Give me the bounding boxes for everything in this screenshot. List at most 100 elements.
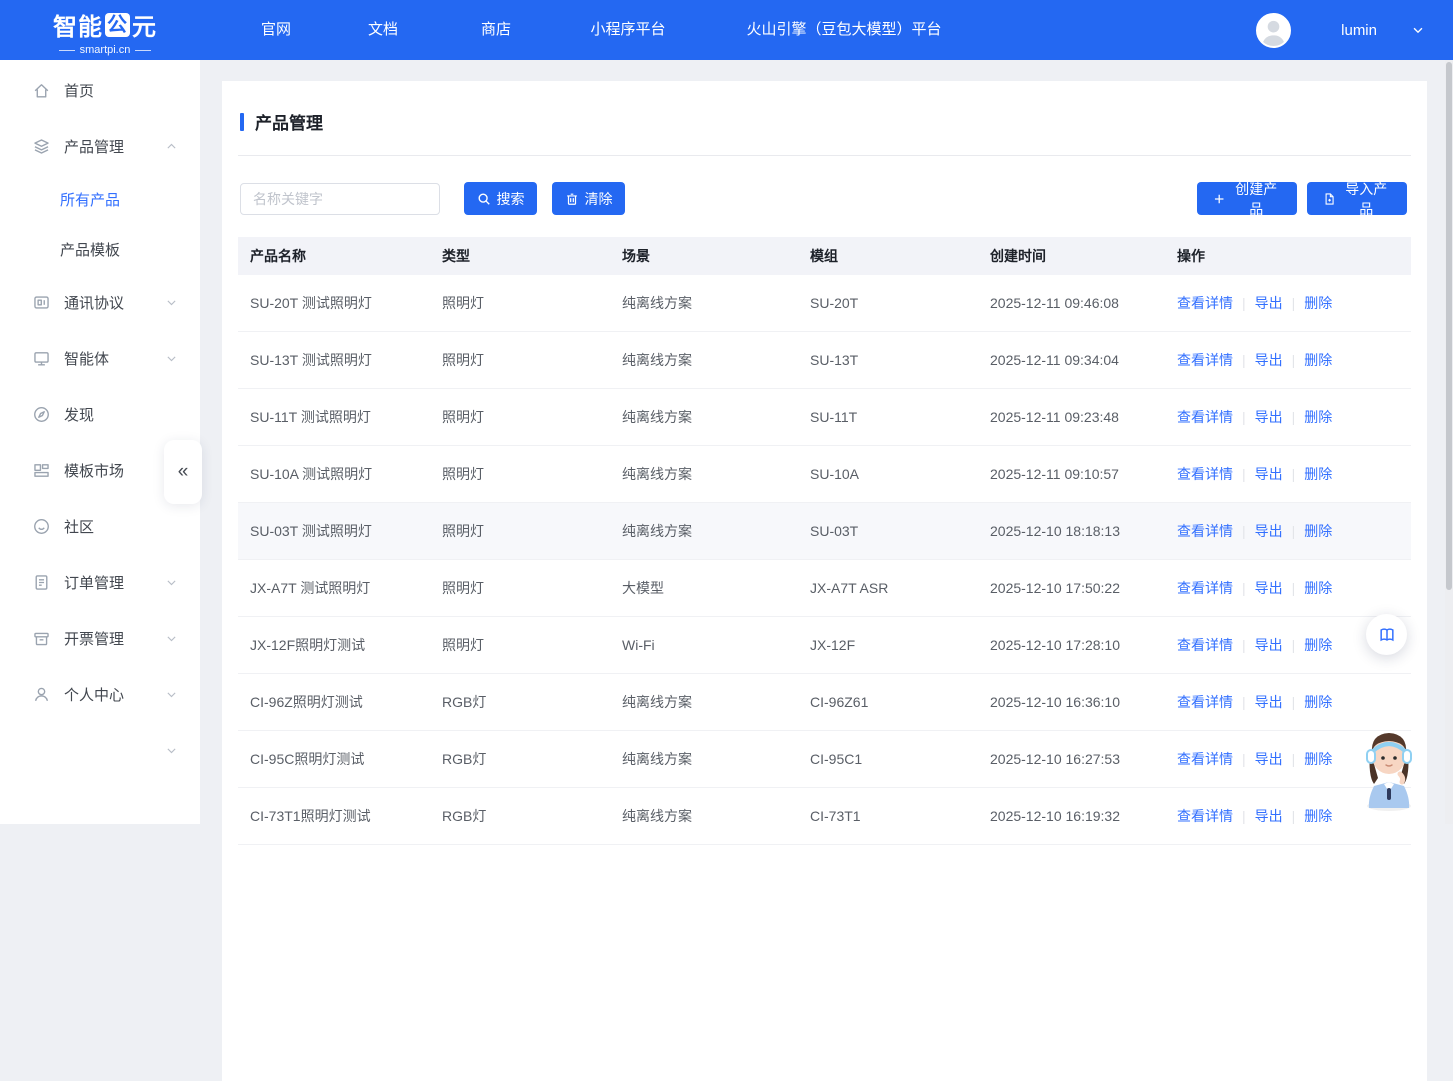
column-header-模组: 模组 — [798, 246, 978, 266]
sidebar-item-label: 智能体 — [64, 348, 165, 369]
nav-item-4[interactable]: 小程序平台 — [590, 0, 665, 60]
cell-actions: 查看详情|导出|删除 — [1165, 350, 1411, 370]
cell-type: RGB灯 — [430, 749, 610, 769]
import-button-label: 导入产品 — [1341, 179, 1391, 219]
search-input[interactable] — [240, 183, 440, 215]
cell-scene: 大模型 — [610, 578, 798, 598]
sidebar-item-home[interactable]: 首页 — [0, 62, 200, 118]
sidebar-item-label: 发现 — [64, 404, 178, 425]
chevron-up-icon — [165, 140, 178, 153]
cell-name: SU-13T 测试照明灯 — [238, 350, 430, 370]
action-link-查看详情[interactable]: 查看详情 — [1177, 580, 1233, 596]
sidebar-item-label: 产品管理 — [64, 136, 165, 157]
sidebar-collapse-button[interactable]: « — [164, 440, 202, 504]
document-icon — [32, 573, 51, 592]
sidebar-item-community[interactable]: 社区 — [0, 498, 200, 554]
table-row: JX-A7T 测试照明灯照明灯大模型JX-A7T ASR2025-12-10 1… — [238, 560, 1411, 617]
action-link-查看详情[interactable]: 查看详情 — [1177, 352, 1233, 368]
cell-created: 2025-12-10 16:19:32 — [978, 808, 1165, 824]
search-button[interactable]: 搜索 — [464, 182, 537, 215]
sidebar-item-invoicing[interactable]: 开票管理 — [0, 610, 200, 666]
action-link-导出[interactable]: 导出 — [1255, 352, 1283, 368]
action-link-查看详情[interactable]: 查看详情 — [1177, 409, 1233, 425]
nav-item-3[interactable]: 商店 — [481, 0, 511, 60]
brand-logo-text: 智能公元 — [40, 7, 170, 42]
action-link-删除[interactable]: 删除 — [1304, 466, 1332, 482]
action-link-导出[interactable]: 导出 — [1255, 523, 1283, 539]
cell-type: 照明灯 — [430, 464, 610, 484]
layers-icon — [32, 137, 51, 156]
action-link-导出[interactable]: 导出 — [1255, 808, 1283, 824]
action-separator: | — [1292, 523, 1296, 539]
sidebar-subitem-所有产品[interactable]: 所有产品 — [0, 174, 200, 224]
chevron-down-icon — [165, 632, 178, 645]
create-product-button[interactable]: 创建产品 — [1197, 182, 1297, 215]
action-link-导出[interactable]: 导出 — [1255, 637, 1283, 653]
sidebar-item-profile[interactable]: 个人中心 — [0, 666, 200, 722]
customer-service-mascot[interactable] — [1356, 726, 1422, 812]
action-link-导出[interactable]: 导出 — [1255, 466, 1283, 482]
sidebar-item-agent[interactable]: 智能体 — [0, 330, 200, 386]
username-label[interactable]: lumin — [1341, 22, 1377, 39]
sidebar-item-product-management[interactable]: 产品管理 — [0, 118, 200, 174]
chevron-down-icon — [165, 744, 178, 757]
cell-created: 2025-12-11 09:46:08 — [978, 295, 1165, 311]
chevron-down-icon — [165, 352, 178, 365]
action-link-查看详情[interactable]: 查看详情 — [1177, 808, 1233, 824]
import-product-button[interactable]: 导入产品 — [1307, 182, 1407, 215]
title-accent-bar — [240, 113, 244, 131]
table-row: SU-03T 测试照明灯照明灯纯离线方案SU-03T2025-12-10 18:… — [238, 503, 1411, 560]
cell-created: 2025-12-10 16:36:10 — [978, 694, 1165, 710]
person-icon — [1258, 15, 1289, 46]
chevron-down-icon[interactable] — [1411, 23, 1425, 37]
nav-item-1[interactable]: 官网 — [261, 0, 291, 60]
action-link-删除[interactable]: 删除 — [1304, 694, 1332, 710]
compass-icon — [32, 405, 51, 424]
monitor-icon — [32, 349, 51, 368]
brand-logo[interactable]: 智能公元 smartpi.cn — [40, 7, 170, 56]
cell-name: SU-03T 测试照明灯 — [238, 521, 430, 541]
cell-name: JX-A7T 测试照明灯 — [238, 578, 430, 598]
action-link-删除[interactable]: 删除 — [1304, 409, 1332, 425]
action-link-查看详情[interactable]: 查看详情 — [1177, 637, 1233, 653]
table-row: SU-11T 测试照明灯照明灯纯离线方案SU-11T2025-12-11 09:… — [238, 389, 1411, 446]
action-link-查看详情[interactable]: 查看详情 — [1177, 466, 1233, 482]
action-link-删除[interactable]: 删除 — [1304, 523, 1332, 539]
action-link-删除[interactable]: 删除 — [1304, 352, 1332, 368]
sidebar-item-orders[interactable]: 订单管理 — [0, 554, 200, 610]
action-link-删除[interactable]: 删除 — [1304, 295, 1332, 311]
user-avatar-icon[interactable] — [1256, 13, 1291, 48]
table-row: SU-13T 测试照明灯照明灯纯离线方案SU-13T2025-12-11 09:… — [238, 332, 1411, 389]
action-link-删除[interactable]: 删除 — [1304, 637, 1332, 653]
action-link-删除[interactable]: 删除 — [1304, 751, 1332, 767]
action-link-查看详情[interactable]: 查看详情 — [1177, 694, 1233, 710]
cell-scene: 纯离线方案 — [610, 749, 798, 769]
table-body: SU-20T 测试照明灯照明灯纯离线方案SU-20T2025-12-11 09:… — [238, 275, 1411, 845]
action-link-导出[interactable]: 导出 — [1255, 580, 1283, 596]
clear-button[interactable]: 清除 — [552, 182, 625, 215]
table-row: SU-20T 测试照明灯照明灯纯离线方案SU-20T2025-12-11 09:… — [238, 275, 1411, 332]
action-link-查看详情[interactable]: 查看详情 — [1177, 295, 1233, 311]
docs-floating-button[interactable] — [1366, 614, 1407, 655]
action-link-导出[interactable]: 导出 — [1255, 694, 1283, 710]
sidebar-subitem-产品模板[interactable]: 产品模板 — [0, 224, 200, 274]
column-header-操作: 操作 — [1165, 246, 1411, 266]
sidebar-item-extra[interactable] — [0, 722, 200, 778]
cell-type: 照明灯 — [430, 407, 610, 427]
product-table: 产品名称类型场景模组创建时间操作 SU-20T 测试照明灯照明灯纯离线方案SU-… — [238, 237, 1411, 845]
action-link-导出[interactable]: 导出 — [1255, 295, 1283, 311]
action-link-导出[interactable]: 导出 — [1255, 409, 1283, 425]
action-link-删除[interactable]: 删除 — [1304, 808, 1332, 824]
nav-item-5[interactable]: 火山引擎（豆包大模型）平台 — [746, 0, 941, 60]
window-scrollbar-thumb[interactable] — [1446, 62, 1452, 590]
sidebar-item-protocol[interactable]: 通讯协议 — [0, 274, 200, 330]
action-link-查看详情[interactable]: 查看详情 — [1177, 523, 1233, 539]
clear-button-label: 清除 — [585, 189, 613, 209]
sidebar-item-discover[interactable]: 发现 — [0, 386, 200, 442]
action-link-导出[interactable]: 导出 — [1255, 751, 1283, 767]
nav-item-2[interactable]: 文档 — [368, 0, 398, 60]
cell-name: JX-12F照明灯测试 — [238, 635, 430, 655]
action-link-删除[interactable]: 删除 — [1304, 580, 1332, 596]
action-separator: | — [1242, 295, 1246, 311]
action-link-查看详情[interactable]: 查看详情 — [1177, 751, 1233, 767]
